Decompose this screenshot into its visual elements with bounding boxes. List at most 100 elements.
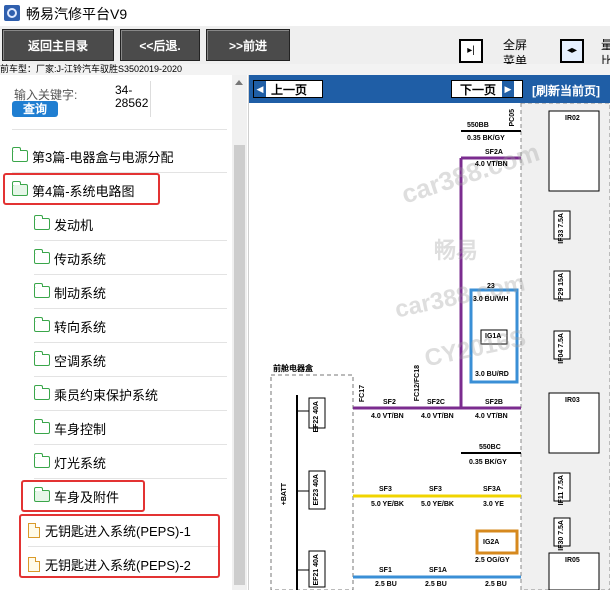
back-to-main-button[interactable]: 返回主目录 [2,29,114,61]
connector-label: FC17 [359,385,366,403]
previous-page-label: 上一页 [271,82,308,97]
wiring-diagram: car388.com 畅易 car388.com CY2016S 前舱电器盒 +… [249,103,610,590]
tree-separator [34,308,227,309]
wire-label: SF1A [429,567,447,574]
wire-label: 4.0 VT/BN [475,413,508,420]
wire-label: 2.5 BU [375,581,397,588]
tree-item-label: 第3篇-电器盒与电源分配 [32,149,174,165]
connector-label: PC05 [509,109,516,127]
current-vehicle-info: 前车型：厂家:J-江铃汽车驭胜S3502019-2020 [0,64,610,75]
query-button[interactable]: 查询 [12,101,58,117]
wire-label: SF2C [427,399,445,406]
fuse-ef23-label: EF23 40A [313,474,320,506]
tree-separator [34,342,227,343]
highlight-box [19,514,220,578]
window-title: 畅易汽修平台V9 [26,6,128,22]
highlight-box [21,480,145,512]
fuse-label: IF29 15A [558,273,565,302]
ig1a-label: IG1A [485,333,502,340]
fullscreen-icon[interactable]: ▸| [459,39,483,63]
tree-item-label: 转向系统 [54,319,107,335]
arrow-right-icon: ▶ [502,81,515,97]
fuse-label: IF11 7.5A [558,475,565,506]
wire-label: 3.0 BU/WH [473,296,509,303]
wire-label: 550BB [467,122,489,129]
folder-icon [33,453,50,468]
relay-ir02 [548,110,600,192]
tree-scrollbar[interactable] [232,75,247,590]
split-view-icon[interactable]: ◂▸ [560,39,584,63]
title-bar: 畅易汽修平台V9 [0,0,610,26]
forward-button[interactable]: >>前进 [206,29,290,61]
highlight-box [3,173,160,205]
watermark-brand: 畅易 [434,238,479,263]
tree-item-section-3[interactable]: 第3篇-电器盒与电源分配 [11,145,174,167]
fuse-label: IF04 7.5A [558,333,565,364]
tree-item-body-control[interactable]: 车身控制 [33,417,107,439]
fuse-label: IF33 7.5A [558,213,565,244]
tree-item-label: 灯光系统 [54,455,107,471]
back-button[interactable]: <<后退. [120,29,200,61]
wire-label: SF1 [379,567,392,574]
wire-label: SF2A [485,149,503,156]
folder-icon [11,147,28,162]
tree-item-engine[interactable]: 发动机 [33,213,93,235]
tree-item-steering[interactable]: 转向系统 [33,315,107,337]
wire-label: 0.35 BK/GY [467,135,505,142]
tree-item-brake[interactable]: 制动系统 [33,281,107,303]
folder-icon [33,351,50,366]
wire-label: 4.0 VT/BN [371,413,404,420]
folder-icon [33,249,50,264]
wire-label: 2.5 OG/GY [475,557,510,564]
tree-separator [12,129,227,130]
relay-label: IR03 [565,397,580,404]
wire-label: SF3A [483,486,501,493]
scroll-up-arrow-icon[interactable] [235,80,243,85]
tree-item-transmission[interactable]: 传动系统 [33,247,107,269]
wire-label: 3.0 YE [483,501,504,508]
next-page-label: 下一页 [460,82,497,97]
tree-item-restraint[interactable]: 乘员约束保护系统 [33,383,159,405]
folder-icon [33,419,50,434]
fuse-ef22-label: EF22 40A [313,401,320,433]
tree-separator [34,444,227,445]
next-page-button[interactable]: 下一页 ▶ [451,80,523,98]
right-label-1: 量 [601,38,610,52]
wire-label: 2.5 BU [485,581,507,588]
tree-item-lighting[interactable]: 灯光系统 [33,451,107,473]
search-input[interactable]: 34-28562 [115,84,155,110]
previous-page-button[interactable]: ◀ 上一页 [253,80,323,98]
tree-item-ac[interactable]: 空调系统 [33,349,106,371]
tree-item-label: 车身控制 [54,421,107,437]
relay-label: IR05 [565,557,580,564]
connector-label: FC12/FC18 [414,365,421,402]
tree-item-label: 制动系统 [54,285,107,301]
tree-separator [34,478,227,479]
navigation-panel: 输入关键字: 34-28562 查询 第3篇-电器盒与电源分配 第4篇-系统电路… [0,75,249,590]
tree-item-label: 传动系统 [54,251,107,267]
wire-label: 3.0 BU/RD [475,371,509,378]
wire-label: 5.0 YE/BK [421,501,454,508]
wire-label: SF3 [429,486,442,493]
wire-label: 0.35 BK/GY [469,459,507,466]
relay-label: IR02 [565,115,580,122]
fullscreen-label-1: 全屏 [503,38,528,52]
front-fuse-box-label: 前舱电器盒 [273,364,313,373]
wire-label: 4.0 VT/BN [421,413,454,420]
wire-label: 23 [487,283,495,290]
folder-icon [33,317,50,332]
wire-label: SF2B [485,399,503,406]
wire-label: 550BC [479,444,501,451]
search-area: 输入关键字: 34-28562 查询 [0,75,230,123]
app-logo-icon [4,5,20,21]
fuse-ef21-label: EF21 40A [313,554,320,586]
folder-icon [33,385,50,400]
refresh-page-link[interactable]: [刷新当前页] [532,82,600,99]
tree-separator [34,376,227,377]
diagram-toolbar: ◀ 上一页 下一页 ▶ [刷新当前页] [249,75,610,103]
tree-item-label: 乘员约束保护系统 [54,387,159,403]
wire-label: 5.0 YE/BK [371,501,404,508]
tree-separator [34,274,227,275]
scroll-thumb[interactable] [234,145,245,585]
wire-label: SF3 [379,486,392,493]
